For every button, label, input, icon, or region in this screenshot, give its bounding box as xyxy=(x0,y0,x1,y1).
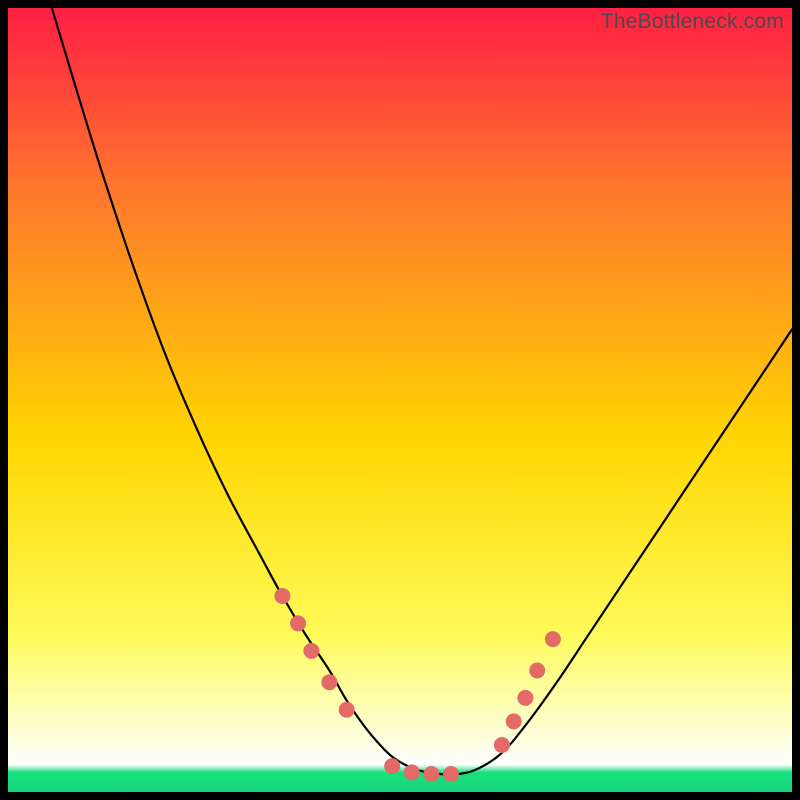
curve-dot xyxy=(303,643,319,659)
watermark-label: TheBottleneck.com xyxy=(601,10,784,34)
curve-dot xyxy=(339,702,355,718)
bottleneck-curve xyxy=(8,8,792,792)
curve-line xyxy=(52,8,792,775)
curve-dot xyxy=(423,766,439,782)
curve-dot xyxy=(529,663,545,679)
curve-dot xyxy=(290,615,306,631)
curve-dot xyxy=(517,690,533,706)
curve-dot xyxy=(443,766,459,782)
chart-frame: TheBottleneck.com xyxy=(0,0,800,800)
plot-area: TheBottleneck.com xyxy=(8,8,792,792)
curve-dot xyxy=(404,764,420,780)
curve-dot xyxy=(384,758,400,774)
curve-dot xyxy=(494,737,510,753)
curve-dot xyxy=(274,588,290,604)
curve-dot xyxy=(506,713,522,729)
curve-dot xyxy=(545,631,561,647)
curve-dot xyxy=(321,674,337,690)
